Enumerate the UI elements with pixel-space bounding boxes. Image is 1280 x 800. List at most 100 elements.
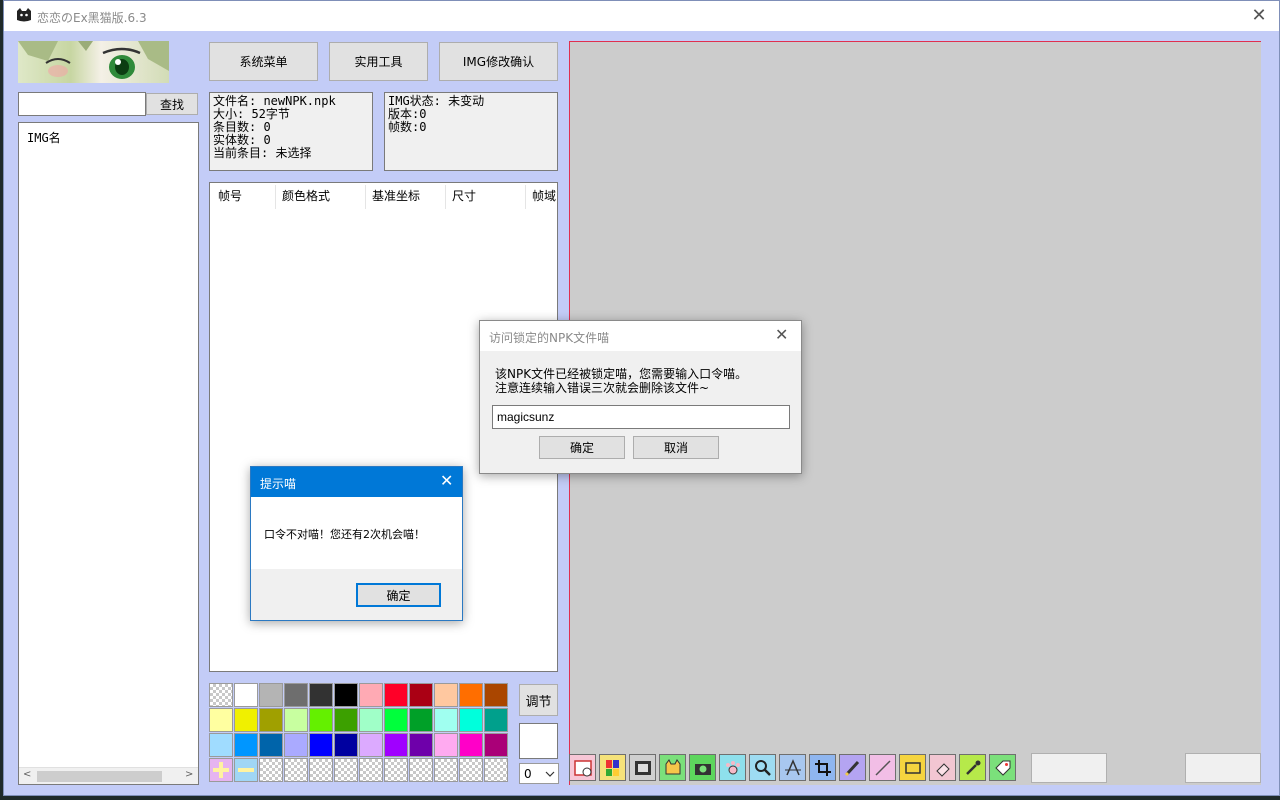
- palette-swatch-transparent[interactable]: [334, 758, 358, 782]
- palette-swatch[interactable]: [284, 708, 308, 732]
- search-input[interactable]: [18, 92, 146, 116]
- img-list[interactable]: IMG名 < >: [18, 122, 199, 785]
- palette-swatch-transparent[interactable]: [259, 758, 283, 782]
- palette-swatch[interactable]: [409, 683, 433, 707]
- black-cat-icon: [17, 8, 31, 22]
- palette-swatch[interactable]: [309, 708, 333, 732]
- password-cancel-button[interactable]: 取消: [633, 436, 719, 459]
- palette-swatch[interactable]: [384, 683, 408, 707]
- palette-swatch[interactable]: [309, 733, 333, 757]
- line-icon[interactable]: [869, 754, 896, 781]
- system-menu-button[interactable]: 系统菜单: [209, 42, 318, 81]
- search-button[interactable]: 查找: [146, 93, 198, 115]
- palette-swatch[interactable]: [259, 733, 283, 757]
- col-divider: [445, 185, 446, 209]
- palette-swatch[interactable]: [234, 733, 258, 757]
- palette-swatch-transparent[interactable]: [434, 758, 458, 782]
- zoom-select-value: 0: [524, 767, 532, 781]
- palette-swatch[interactable]: [459, 683, 483, 707]
- col-color-format[interactable]: 颜色格式: [282, 187, 330, 204]
- current-color-preview[interactable]: [519, 723, 558, 759]
- palette-swatch-transparent[interactable]: [284, 758, 308, 782]
- col-frame-domain[interactable]: 帧域: [532, 187, 556, 204]
- col-base-coord[interactable]: 基准坐标: [372, 187, 420, 204]
- palette-swatch[interactable]: [434, 708, 458, 732]
- palette-swatch[interactable]: [359, 733, 383, 757]
- password-dialog-close-icon[interactable]: ✕: [775, 325, 788, 344]
- palette-swatch[interactable]: [459, 708, 483, 732]
- tools-button[interactable]: 实用工具: [329, 42, 428, 81]
- eraser-icon[interactable]: [929, 754, 956, 781]
- palette-swatch-transparent[interactable]: [459, 758, 483, 782]
- palette-swatch[interactable]: [359, 708, 383, 732]
- palette-swatch[interactable]: [384, 708, 408, 732]
- palette-swatch-transparent[interactable]: [209, 683, 233, 707]
- palette-swatch[interactable]: [359, 683, 383, 707]
- rectangle-icon[interactable]: [899, 754, 926, 781]
- palette-swatch[interactable]: [234, 708, 258, 732]
- palette-swatch-transparent[interactable]: [384, 758, 408, 782]
- alert-ok-button[interactable]: 确定: [356, 583, 441, 607]
- img-frames-text: 帧数:0: [388, 120, 427, 134]
- palette-swatch[interactable]: [334, 683, 358, 707]
- pencil-icon[interactable]: [839, 754, 866, 781]
- palette-swatch[interactable]: [284, 733, 308, 757]
- palette-swatch-transparent[interactable]: [309, 758, 333, 782]
- palette-swatch[interactable]: [434, 733, 458, 757]
- palette-swatch-transparent[interactable]: [359, 758, 383, 782]
- palette-swatch-transparent[interactable]: [409, 758, 433, 782]
- password-ok-button[interactable]: 确定: [539, 436, 625, 459]
- alert-dialog-titlebar: 提示喵 ✕: [251, 467, 462, 497]
- camera-icon[interactable]: [689, 754, 716, 781]
- frame-table-header: 帧号 颜色格式 基准坐标 尺寸 帧域: [210, 183, 557, 211]
- film-strip-icon[interactable]: [629, 754, 656, 781]
- color-palette-icon[interactable]: [599, 754, 626, 781]
- palette-swatch[interactable]: [484, 708, 508, 732]
- palette-swatch[interactable]: [334, 708, 358, 732]
- palette-swatch[interactable]: [259, 708, 283, 732]
- img-list-hscrollbar[interactable]: < >: [19, 767, 198, 784]
- palette-swatch[interactable]: [334, 733, 358, 757]
- magnifier-icon[interactable]: [749, 754, 776, 781]
- palette-swatch[interactable]: [484, 733, 508, 757]
- remove-color-icon[interactable]: [234, 758, 258, 782]
- palette-swatch[interactable]: [434, 683, 458, 707]
- scroll-right-icon[interactable]: >: [185, 769, 193, 780]
- palette-swatch[interactable]: [209, 708, 233, 732]
- col-divider: [275, 185, 276, 209]
- img-confirm-button[interactable]: IMG修改确认: [439, 42, 558, 81]
- col-frame-no[interactable]: 帧号: [218, 187, 242, 204]
- palette-swatch[interactable]: [259, 683, 283, 707]
- frame-properties-icon[interactable]: [569, 754, 596, 781]
- img-info-panel: IMG状态: 未变动 版本:0 帧数:0: [384, 92, 558, 171]
- palette-swatch[interactable]: [284, 683, 308, 707]
- main-window: 恋恋のEx黑猫版.6.3 ✕ 系统菜单 实用工具 IMG修改确认 查找 IMG名…: [3, 0, 1280, 796]
- alert-dialog-close-icon[interactable]: ✕: [440, 471, 453, 490]
- crop-icon[interactable]: [809, 754, 836, 781]
- tag-icon[interactable]: [989, 754, 1016, 781]
- palette-swatch[interactable]: [484, 683, 508, 707]
- paw-icon[interactable]: [719, 754, 746, 781]
- anime-girl-image: [18, 41, 169, 79]
- palette-swatch[interactable]: [309, 683, 333, 707]
- password-dialog-title: 访问锁定的NPK文件喵: [489, 331, 610, 345]
- zoom-select[interactable]: 0: [519, 763, 559, 784]
- add-color-icon[interactable]: [209, 758, 233, 782]
- palette-swatch[interactable]: [234, 683, 258, 707]
- scroll-left-icon[interactable]: <: [23, 769, 31, 780]
- palette-swatch[interactable]: [409, 733, 433, 757]
- window-close-icon[interactable]: ✕: [1247, 4, 1271, 28]
- align-icon[interactable]: [779, 754, 806, 781]
- scroll-thumb[interactable]: [37, 771, 162, 782]
- eyedropper-icon[interactable]: [959, 754, 986, 781]
- password-input[interactable]: [492, 405, 790, 429]
- adjust-button[interactable]: 调节: [519, 684, 558, 716]
- palette-swatch-transparent[interactable]: [484, 758, 508, 782]
- palette-swatch[interactable]: [409, 708, 433, 732]
- palette-swatch[interactable]: [209, 733, 233, 757]
- drawing-toolbar: [569, 753, 1029, 783]
- palette-swatch[interactable]: [459, 733, 483, 757]
- col-size[interactable]: 尺寸: [452, 187, 476, 204]
- palette-swatch[interactable]: [384, 733, 408, 757]
- cat-face-icon[interactable]: [659, 754, 686, 781]
